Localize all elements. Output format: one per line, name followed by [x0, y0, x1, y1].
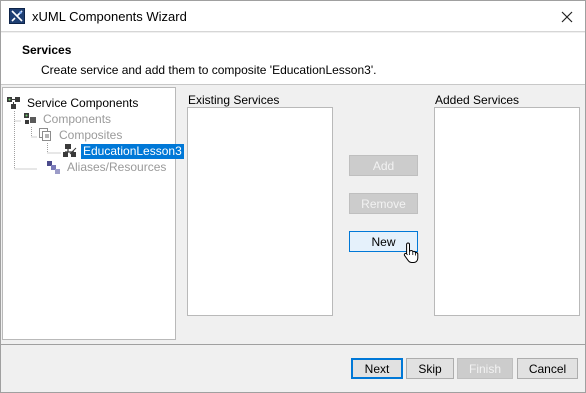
finish-button[interactable]: Finish — [457, 358, 513, 379]
tree-item-label: Components — [43, 111, 112, 126]
app-icon — [9, 8, 25, 24]
skip-button[interactable]: Skip — [406, 358, 454, 379]
remove-button[interactable]: Remove — [349, 193, 418, 214]
added-services-list[interactable] — [434, 107, 580, 316]
tree-item-components[interactable]: Components — [22, 111, 113, 127]
tree-item-label: EducationLesson3 — [81, 143, 184, 159]
wizard-header: Services Create service and add them to … — [1, 33, 585, 85]
step-tree[interactable]: Service Components Components Composites — [2, 87, 184, 340]
pointer-cursor-icon — [403, 242, 419, 263]
composites-icon — [39, 128, 51, 141]
next-button[interactable]: Next — [351, 358, 403, 379]
add-button[interactable]: Add — [349, 155, 418, 176]
title-bar: xUML Components Wizard — [1, 1, 585, 32]
tree-item-label: Service Components — [27, 95, 139, 110]
added-services-label: Added Services — [435, 93, 520, 107]
components-icon — [24, 113, 36, 124]
tree-item-label: Composites — [59, 127, 123, 142]
tree-item-service-components[interactable]: Service Components — [6, 95, 140, 111]
page-description: Create service and add them to composite… — [41, 63, 377, 77]
page-title: Services — [22, 43, 72, 57]
tree-item-educationlesson3[interactable]: EducationLesson3 — [62, 143, 184, 159]
composite-node-icon — [63, 144, 77, 157]
service-components-icon — [7, 97, 20, 109]
footer-divider — [1, 344, 585, 345]
window-title: xUML Components Wizard — [32, 9, 187, 24]
existing-services-list[interactable] — [187, 107, 333, 316]
tree-item-aliases-resources[interactable]: Aliases/Resources — [46, 159, 168, 175]
close-icon[interactable] — [557, 7, 577, 27]
tree-item-composites[interactable]: Composites — [38, 127, 124, 143]
cancel-button[interactable]: Cancel — [517, 358, 578, 379]
aliases-icon — [47, 161, 60, 174]
tree-item-label: Aliases/Resources — [67, 159, 167, 174]
wizard-window: xUML Components Wizard Services Create s… — [0, 0, 586, 393]
existing-services-label: Existing Services — [188, 93, 280, 107]
